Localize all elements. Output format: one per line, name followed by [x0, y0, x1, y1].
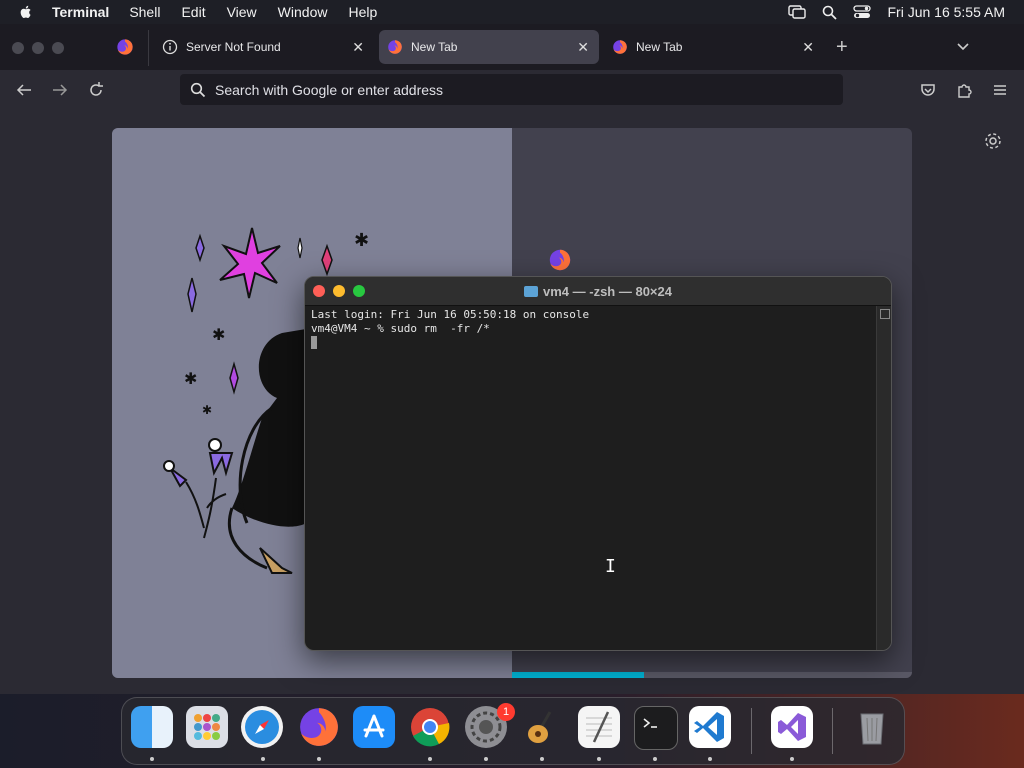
running-indicator — [317, 757, 321, 761]
terminal-line: vm4@VM4 ~ % sudo rm -fr /* — [311, 322, 490, 335]
hamburger-menu-icon[interactable] — [990, 80, 1010, 100]
tab-strip: Server Not Found ✕ New Tab ✕ New Tab ✕ + — [0, 24, 1024, 70]
address-bar[interactable]: Search with Google or enter address — [180, 74, 843, 105]
tab-close-button[interactable]: ✕ — [577, 39, 589, 56]
running-indicator — [261, 757, 265, 761]
apple-icon[interactable] — [18, 4, 34, 20]
window-close-button[interactable] — [12, 42, 24, 54]
terminal-screen[interactable]: Last login: Fri Jun 16 05:50:18 on conso… — [305, 306, 877, 650]
svg-text:✱: ✱ — [184, 369, 197, 388]
dock-separator — [832, 708, 833, 754]
running-indicator — [790, 757, 794, 761]
dock-separator — [751, 708, 752, 754]
terminal-window[interactable]: vm4 — -zsh — 80×24 Last login: Fri Jun 1… — [304, 276, 892, 651]
firefox-icon — [613, 40, 627, 54]
visual-studio-icon[interactable] — [771, 706, 813, 748]
new-tab-button[interactable]: + — [836, 36, 848, 59]
spotlight-search-icon[interactable] — [822, 5, 838, 20]
chevron-down-icon[interactable] — [955, 38, 971, 54]
gear-icon[interactable] — [983, 131, 1003, 151]
running-indicator — [540, 757, 544, 761]
terminal-title-wrap: vm4 — -zsh — 80×24 — [305, 284, 891, 299]
app-store-icon[interactable] — [353, 706, 395, 748]
svg-text:✱: ✱ — [212, 325, 225, 344]
onboarding-progress-fill — [512, 672, 644, 678]
svg-text:✱: ✱ — [202, 403, 212, 417]
tab-new-tab-active[interactable]: New Tab ✕ — [379, 30, 599, 64]
pocket-icon[interactable] — [918, 80, 938, 100]
terminal-line: Last login: Fri Jun 16 05:50:18 on conso… — [311, 308, 590, 321]
nav-bar: Search with Google or enter address — [0, 70, 1024, 110]
window-zoom-button[interactable] — [52, 42, 64, 54]
menu-shell[interactable]: Shell — [129, 4, 160, 20]
terminal-cursor — [311, 336, 317, 349]
menu-bar: Terminal Shell Edit View Window Help Fri… — [0, 0, 1024, 24]
text-cursor-icon: I — [605, 556, 616, 577]
firefox-logo-icon — [549, 249, 571, 271]
launchpad-icon[interactable] — [186, 706, 228, 748]
tab-label: Server Not Found — [186, 40, 281, 54]
tab-server-not-found[interactable]: Server Not Found ✕ — [154, 30, 374, 64]
menubar-clock[interactable]: Fri Jun 16 5:55 AM — [887, 4, 1005, 20]
search-icon — [190, 82, 206, 97]
folder-icon — [524, 286, 538, 297]
vscode-icon[interactable] — [689, 706, 731, 748]
back-arrow-icon[interactable] — [14, 80, 34, 100]
garageband-icon[interactable] — [520, 706, 562, 748]
running-indicator — [428, 757, 432, 761]
menu-edit[interactable]: Edit — [181, 4, 205, 20]
forward-arrow-icon[interactable] — [50, 80, 70, 100]
menu-view[interactable]: View — [227, 4, 257, 20]
terminal-scrollbar[interactable] — [876, 306, 891, 650]
menu-help[interactable]: Help — [348, 4, 377, 20]
control-center-icon[interactable] — [853, 5, 872, 19]
textedit-icon[interactable] — [578, 706, 620, 748]
onboarding-progress-track — [512, 672, 912, 678]
chrome-icon[interactable] — [409, 706, 451, 748]
terminal-titlebar[interactable]: vm4 — -zsh — 80×24 — [305, 277, 891, 306]
safari-icon[interactable] — [241, 706, 283, 748]
running-indicator — [150, 757, 154, 761]
tab-separator — [148, 30, 149, 66]
firefox-dock-icon[interactable] — [298, 706, 340, 748]
tab-label: New Tab — [636, 40, 683, 54]
finder-icon[interactable] — [131, 706, 173, 748]
reload-icon[interactable] — [86, 80, 106, 100]
tab-close-button[interactable]: ✕ — [352, 39, 364, 56]
info-icon — [162, 39, 178, 55]
running-indicator — [484, 757, 488, 761]
trash-icon[interactable] — [851, 706, 893, 748]
firefox-icon[interactable] — [116, 38, 134, 56]
screen-mirroring-icon[interactable] — [788, 5, 807, 19]
running-indicator — [597, 757, 601, 761]
scrollbar-button[interactable] — [880, 309, 890, 319]
extensions-icon[interactable] — [954, 80, 974, 100]
firefox-icon — [388, 40, 402, 54]
menu-app-name[interactable]: Terminal — [52, 4, 109, 20]
tab-new-tab[interactable]: New Tab ✕ — [604, 30, 824, 64]
notification-badge: 1 — [497, 703, 515, 721]
tab-close-button[interactable]: ✕ — [802, 39, 814, 56]
svg-text:✱: ✱ — [354, 230, 369, 251]
terminal-title: vm4 — -zsh — 80×24 — [543, 284, 672, 299]
window-minimize-button[interactable] — [32, 42, 44, 54]
running-indicator — [653, 757, 657, 761]
menu-window[interactable]: Window — [278, 4, 328, 20]
address-bar-placeholder: Search with Google or enter address — [215, 81, 444, 98]
tab-label: New Tab — [411, 40, 458, 54]
running-indicator — [708, 757, 712, 761]
terminal-dock-icon[interactable] — [634, 706, 678, 750]
